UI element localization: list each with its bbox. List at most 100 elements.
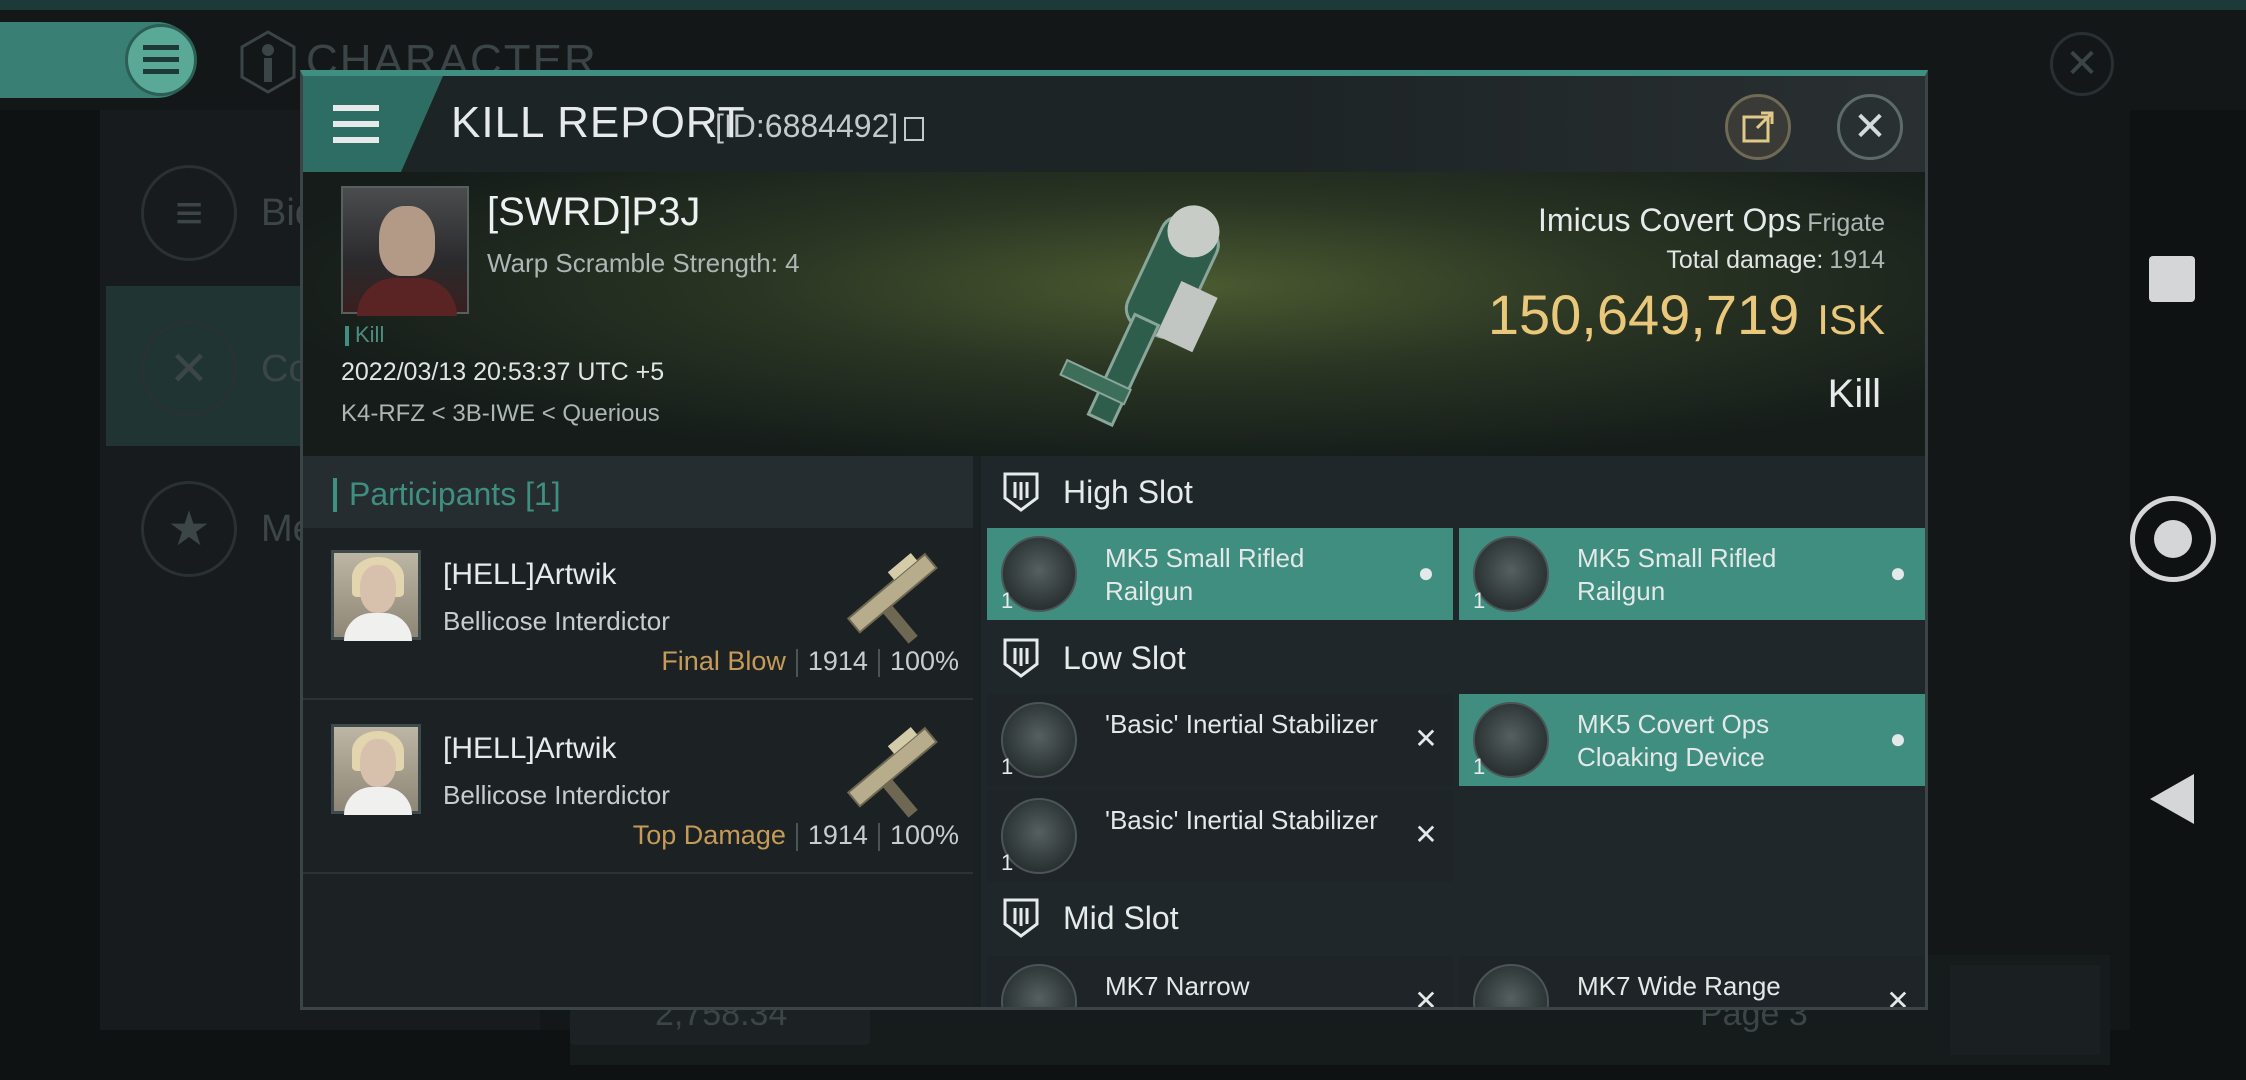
- victim-avatar[interactable]: [341, 186, 469, 316]
- destroyed-x-icon: ✕: [1414, 723, 1438, 754]
- participant-avatar[interactable]: [331, 724, 421, 815]
- participant-row[interactable]: [HELL]Artwik Bellicose Interdictor Final…: [303, 528, 973, 700]
- participant-row[interactable]: [HELL]Artwik Bellicose Interdictor Top D…: [303, 702, 973, 874]
- item-name: MK5 Covert Ops Cloaking Device: [1577, 709, 1770, 772]
- back-button[interactable]: [2150, 774, 2194, 824]
- bg-close-button[interactable]: ✕: [2050, 32, 2114, 96]
- slot-item[interactable]: 1 'Basic' Inertial Stabilizer ✕: [987, 694, 1453, 786]
- kill-report-modal: KILL REPORT [ID:6884492] ✕ [SWRD]P3J War…: [300, 70, 1928, 1010]
- top-strip: [0, 0, 2246, 10]
- participant-damage: 1914: [807, 820, 868, 850]
- total-damage-value: 1914: [1829, 246, 1885, 274]
- item-name: 'Basic' Inertial Stabilizer: [1105, 709, 1378, 739]
- ship-name[interactable]: Imicus Covert Ops Frigate: [1538, 202, 1885, 239]
- fitting-panel: High Slot 1 MK5 Small Rifled Railgun ● 1…: [981, 456, 1925, 1010]
- crossed-swords-icon: ✕: [141, 321, 237, 417]
- person-icon: ●: [1889, 557, 1907, 588]
- participant-ship-image: [846, 726, 938, 818]
- recents-button[interactable]: [2149, 256, 2195, 302]
- face: [379, 206, 435, 276]
- mid-slot-title: Mid Slot: [1063, 900, 1179, 936]
- slot-item[interactable]: 1 'Basic' Inertial Stabilizer ✕: [987, 790, 1453, 882]
- slot-item[interactable]: 1 MK5 Small Rifled Railgun ●: [1459, 528, 1925, 620]
- warp-scramble-strength: Warp Scramble Strength: 4: [487, 248, 800, 278]
- slot-item[interactable]: MK7 Narrow ✕: [987, 956, 1453, 1010]
- mid-slot-icon: [1003, 898, 1039, 938]
- item-qty: 1: [1001, 754, 1014, 779]
- high-slot-title: High Slot: [1063, 474, 1193, 510]
- high-slot-icon: [1003, 472, 1039, 512]
- mid-module-icon: [1473, 964, 1549, 1007]
- body: [357, 278, 457, 316]
- modal-header: KILL REPORT [ID:6884492] ✕: [303, 76, 1925, 172]
- high-slot-header: High Slot: [981, 456, 1925, 526]
- item-qty: 1: [1473, 754, 1486, 779]
- victim-ship-image[interactable]: [1013, 178, 1273, 454]
- kill-id[interactable]: [ID:6884492]: [715, 108, 925, 145]
- isk-value: 150,649,719 ISK: [1488, 282, 1885, 347]
- close-icon: ✕: [1853, 105, 1887, 149]
- menu-icon: [143, 45, 179, 74]
- participant-name: [HELL]Artwik: [443, 732, 617, 765]
- item-name: MK5 Small Rifled Railgun: [1105, 543, 1305, 606]
- close-button[interactable]: ✕: [1837, 94, 1903, 160]
- character-icon: [240, 30, 296, 94]
- participant-avatar[interactable]: [331, 550, 421, 641]
- participant-stats: Top Damage 1914 100%: [633, 820, 959, 851]
- star-badge-icon: ★: [141, 481, 237, 577]
- participant-stats: Final Blow 1914 100%: [661, 646, 959, 677]
- participants-count: [1]: [525, 476, 561, 512]
- kill-location: K4-RFZ < 3B-IWE < Querious: [341, 400, 660, 427]
- participant-ship: Bellicose Interdictor: [443, 780, 670, 810]
- face: [360, 565, 396, 613]
- bg-menu-button[interactable]: [125, 24, 197, 96]
- slot-item[interactable]: 1 MK5 Covert Ops Cloaking Device ●: [1459, 694, 1925, 786]
- slot-item[interactable]: MK7 Wide Range ✕: [1459, 956, 1925, 1010]
- participants-panel: Participants [1] [HELL]Artwik Bellicose …: [303, 456, 973, 1007]
- participant-percent: 100%: [889, 820, 959, 850]
- item-name: 'Basic' Inertial Stabilizer: [1105, 805, 1378, 835]
- slot-item[interactable]: 1 MK5 Small Rifled Railgun ●: [987, 528, 1453, 620]
- item-name: MK7 Wide Range: [1577, 971, 1781, 1001]
- isk-unit: ISK: [1817, 296, 1885, 343]
- home-button[interactable]: [2130, 496, 2216, 582]
- item-qty: 1: [1001, 850, 1014, 875]
- person-icon: ●: [1889, 723, 1907, 754]
- participants-label: Participants: [349, 476, 517, 512]
- menu-icon: [333, 105, 379, 143]
- destroyed-x-icon: ✕: [1886, 985, 1910, 1010]
- low-slot-header: Low Slot: [981, 622, 1925, 692]
- participant-ship-image: [846, 552, 938, 644]
- body: [344, 787, 412, 815]
- item-qty: 1: [1001, 588, 1014, 613]
- modal-title: KILL REPORT: [451, 98, 746, 147]
- body: [344, 613, 412, 641]
- destroyed-x-icon: ✕: [1414, 819, 1438, 850]
- item-name: MK7 Narrow: [1105, 971, 1250, 1001]
- copy-icon[interactable]: [904, 116, 925, 141]
- divider: [877, 822, 880, 851]
- participants-header: Participants [1]: [303, 456, 973, 528]
- filter-button[interactable]: [1950, 965, 2100, 1055]
- kill-datetime: 2022/03/13 20:53:37 UTC +5: [341, 358, 665, 386]
- victim-banner: [SWRD]P3J Warp Scramble Strength: 4 Kill…: [303, 172, 1925, 456]
- list-icon: ≡: [141, 165, 237, 261]
- divider: [795, 648, 798, 677]
- participant-role: Final Blow: [661, 646, 786, 676]
- modal-menu-button[interactable]: [303, 76, 443, 172]
- share-button[interactable]: [1725, 94, 1791, 160]
- participant-ship: Bellicose Interdictor: [443, 606, 670, 636]
- destroyed-x-icon: ✕: [1414, 985, 1438, 1010]
- kill-id-text: [ID:6884492]: [715, 108, 899, 144]
- item-qty: 1: [1473, 588, 1486, 613]
- participant-role: Top Damage: [632, 820, 786, 850]
- mid-slot-header: Mid Slot: [981, 882, 1925, 952]
- external-link-icon: [1742, 111, 1774, 143]
- divider: [795, 822, 798, 851]
- person-icon: ●: [1417, 557, 1435, 588]
- item-name: MK5 Small Rifled Railgun: [1577, 543, 1777, 606]
- total-damage: Total damage: 1914: [1666, 246, 1885, 275]
- victim-name[interactable]: [SWRD]P3J: [487, 190, 700, 235]
- participant-damage: 1914: [807, 646, 868, 676]
- low-slot-title: Low Slot: [1063, 640, 1186, 676]
